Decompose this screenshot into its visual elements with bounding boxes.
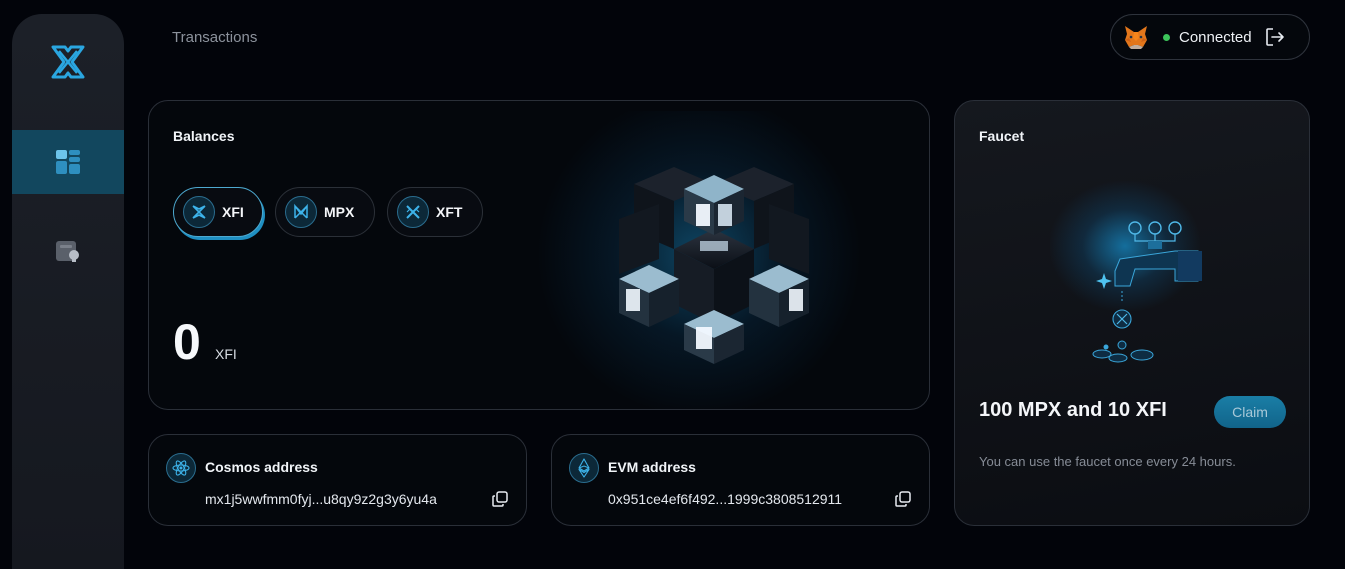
copy-icon[interactable] xyxy=(491,490,509,508)
faucet-amount: 100 MPX and 10 XFI xyxy=(979,399,1167,421)
sidebar-item-dashboard[interactable] xyxy=(12,130,124,194)
xfi-token-icon xyxy=(183,196,215,228)
cosmos-atom-icon xyxy=(166,453,196,483)
token-tab-xft[interactable]: XFT xyxy=(387,187,483,237)
ethereum-icon xyxy=(569,453,599,483)
token-tab-xfi[interactable]: XFI xyxy=(173,187,263,237)
logout-icon[interactable] xyxy=(1264,26,1286,48)
token-tab-mpx[interactable]: MPX xyxy=(275,187,375,237)
cosmos-address-card: Cosmos address mx1j5wwfmm0fyj...u8qy9z2g… xyxy=(148,434,527,526)
faucet-card: Faucet 100 MPX and 10 XFI Claim You can … xyxy=(954,100,1310,526)
cosmos-address-title: Cosmos address xyxy=(205,459,318,475)
faucet-illustration-icon xyxy=(1092,221,1202,363)
evm-address-value: 0x951ce4ef6f492...1999c3808512911 xyxy=(608,491,843,507)
evm-address-title: EVM address xyxy=(608,459,696,475)
copy-icon[interactable] xyxy=(894,490,912,508)
metamask-fox-icon xyxy=(1125,26,1147,49)
xft-token-icon xyxy=(397,196,429,228)
balances-card: Balances XFI MPX XFT 0 XFI xyxy=(148,100,930,410)
dashboard-icon xyxy=(56,150,80,174)
faucet-title: Faucet xyxy=(979,128,1025,144)
connection-status-label: Connected xyxy=(1179,28,1252,46)
balance-unit: XFI xyxy=(215,346,237,362)
wallet-connect-button[interactable]: Connected xyxy=(1110,14,1310,60)
token-tab-label: XFI xyxy=(222,204,244,220)
page-title: Transactions xyxy=(172,29,258,46)
mpx-token-icon xyxy=(285,196,317,228)
claim-button[interactable]: Claim xyxy=(1214,396,1286,428)
connection-status-dot xyxy=(1163,33,1170,41)
faucet-note: You can use the faucet once every 24 hou… xyxy=(979,454,1236,469)
cosmos-address-value: mx1j5wwfmm0fyj...u8qy9z2g3y6yu4a xyxy=(205,491,437,507)
token-tab-label: MPX xyxy=(324,204,355,220)
sidebar-item-wallet[interactable] xyxy=(12,219,124,283)
sidebar xyxy=(12,14,124,569)
wallet-icon xyxy=(56,241,79,262)
cube-illustration-icon xyxy=(619,167,809,364)
app-logo-icon[interactable] xyxy=(50,44,86,80)
balance-amount: 0 xyxy=(173,314,201,370)
balances-title: Balances xyxy=(173,128,235,144)
evm-address-card: EVM address 0x951ce4ef6f492...1999c38085… xyxy=(551,434,930,526)
token-tab-label: XFT xyxy=(436,204,463,220)
